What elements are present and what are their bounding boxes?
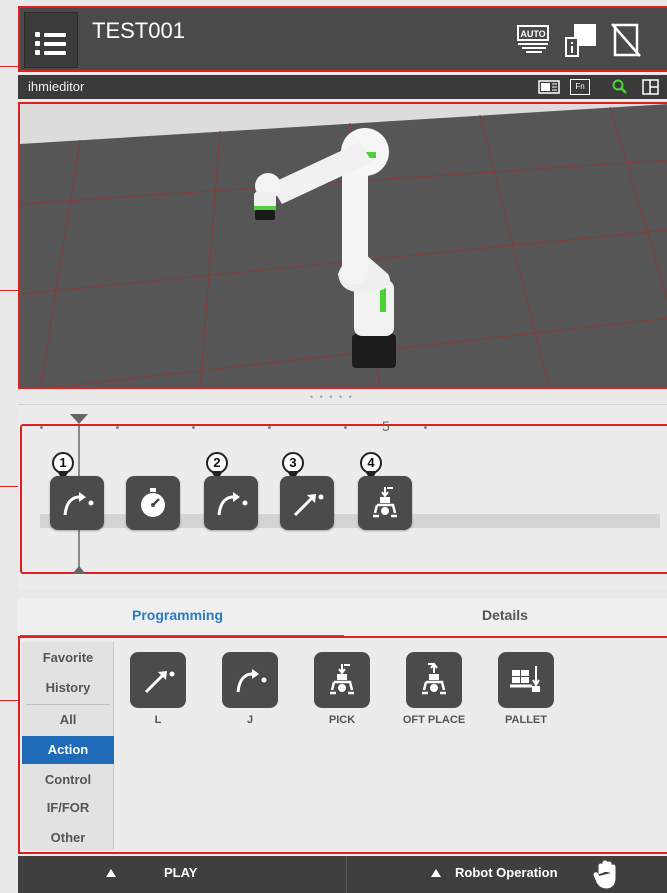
display-toggle-icon[interactable]	[538, 79, 560, 95]
timeline-node-joint-move[interactable]	[50, 476, 104, 530]
palette-label: OFT PLACE	[402, 714, 466, 726]
palette-item-oft-place[interactable]: OFT PLACE	[402, 652, 466, 726]
no-tablet-icon[interactable]	[610, 22, 642, 58]
timer-icon	[141, 488, 165, 517]
category-all[interactable]: All	[22, 706, 114, 734]
bottom-bar: PLAY Robot Operation	[18, 856, 667, 893]
timeline-node-pick[interactable]	[358, 476, 412, 530]
robot-scene	[20, 104, 667, 387]
annotation-line-palette	[0, 700, 18, 701]
linear-move-icon	[144, 671, 175, 694]
robot-operation-label: Robot Operation	[455, 865, 558, 880]
joint-move-icon	[217, 492, 248, 516]
pallet-icon	[510, 666, 540, 692]
tab-programming[interactable]: Programming	[132, 607, 223, 623]
hand-icon	[593, 860, 616, 889]
ruler-tick	[116, 426, 119, 429]
palette-label: J	[246, 714, 254, 726]
pick-icon	[373, 487, 397, 518]
auto-mode-icon[interactable]: AUTO	[516, 22, 552, 56]
ruler-tick	[344, 426, 347, 429]
menu-icon	[35, 30, 66, 57]
palette-item-j[interactable]: J	[218, 652, 282, 726]
play-button[interactable]: PLAY	[18, 856, 344, 893]
tab-details[interactable]: Details	[482, 607, 528, 623]
palette-item-l[interactable]: L	[126, 652, 190, 726]
category-control[interactable]: Control	[22, 766, 114, 794]
palette-label: L	[154, 714, 162, 726]
offset-place-icon	[422, 662, 446, 695]
splitter-handle[interactable]: • • • • •	[310, 392, 354, 402]
category-list: Favorite History All Action Control IF/F…	[22, 642, 114, 850]
chevron-up-icon	[106, 869, 116, 877]
program-timeline[interactable]: 5 1 2 3 4	[20, 414, 667, 574]
program-title: TEST001	[92, 18, 185, 43]
command-palette: Favorite History All Action Control IF/F…	[18, 636, 667, 854]
annotation-line-header	[0, 66, 18, 67]
fn-icon[interactable]: Fn	[570, 79, 590, 95]
palette-item-pick[interactable]: PICK	[310, 652, 374, 726]
annotation-line-timeline	[0, 486, 18, 487]
palette-item-pallet[interactable]: PALLET	[494, 652, 558, 726]
linear-move-icon	[293, 494, 324, 517]
ruler-tick	[40, 426, 43, 429]
annotation-line-viewport	[0, 290, 18, 291]
editor-name: ihmieditor	[28, 79, 85, 94]
zoom-icon[interactable]	[612, 79, 628, 95]
category-action[interactable]: Action	[22, 736, 114, 764]
category-favorite[interactable]: Favorite	[22, 644, 114, 672]
auto-badge-text: AUTO	[520, 29, 545, 39]
app-root: TEST001 AUTO ihmieditor Fn • • • • • 5 1…	[0, 0, 667, 893]
app-header: TEST001 AUTO	[18, 6, 667, 72]
ruler-tick	[268, 426, 271, 429]
ruler-tick	[424, 426, 427, 429]
joint-move-icon	[236, 669, 267, 693]
category-history[interactable]: History	[22, 674, 114, 702]
pick-icon	[330, 664, 354, 695]
editor-tabs: Programming Details	[18, 598, 667, 638]
chevron-up-icon	[431, 869, 441, 877]
palette-label: PALLET	[505, 714, 547, 726]
editor-subbar: ihmieditor Fn	[18, 75, 667, 99]
timeline-node-joint-move[interactable]	[204, 476, 258, 530]
ruler-tick	[192, 426, 195, 429]
robot-operation-button[interactable]: Robot Operation	[346, 856, 667, 893]
play-label: PLAY	[164, 865, 198, 880]
category-divider	[26, 704, 110, 705]
timeline-node-linear-move[interactable]	[280, 476, 334, 530]
joint-move-icon	[63, 492, 94, 516]
menu-button[interactable]	[24, 12, 78, 68]
robot-3d-viewport[interactable]	[18, 102, 667, 389]
ruler-label: 5	[382, 418, 390, 434]
palette-label: PICK	[328, 714, 356, 726]
timeline-node-timer[interactable]	[126, 476, 180, 530]
layout-icon[interactable]	[642, 79, 660, 95]
category-if-for[interactable]: IF/FOR	[22, 794, 114, 822]
info-window-icon[interactable]	[564, 22, 600, 60]
category-other[interactable]: Other	[22, 824, 114, 852]
